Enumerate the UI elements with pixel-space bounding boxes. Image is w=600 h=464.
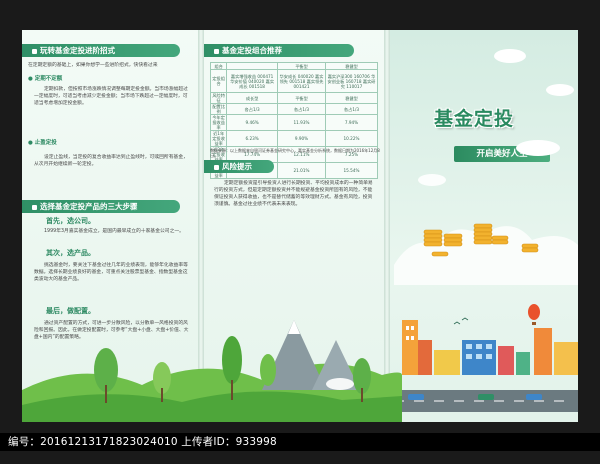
- footer-watermark: 编号：20161213171823024010 上传者ID：933998: [0, 433, 600, 451]
- landscape-illustration: [22, 49, 578, 422]
- hot-air-balloon-icon: [528, 304, 540, 325]
- cloud-icon: [418, 174, 446, 186]
- cloud-icon: [494, 49, 526, 63]
- cloud-icon: [546, 84, 574, 96]
- cloud-icon: [326, 378, 354, 390]
- birds-icon: [453, 317, 469, 325]
- brochure-sheet: 玩转基金定投进阶招式 在定期定额的基础上，如果你想学一些进阶招式，快快看过来 ●…: [22, 30, 578, 422]
- cloud-icon: [516, 140, 560, 156]
- city-buildings: [402, 320, 578, 375]
